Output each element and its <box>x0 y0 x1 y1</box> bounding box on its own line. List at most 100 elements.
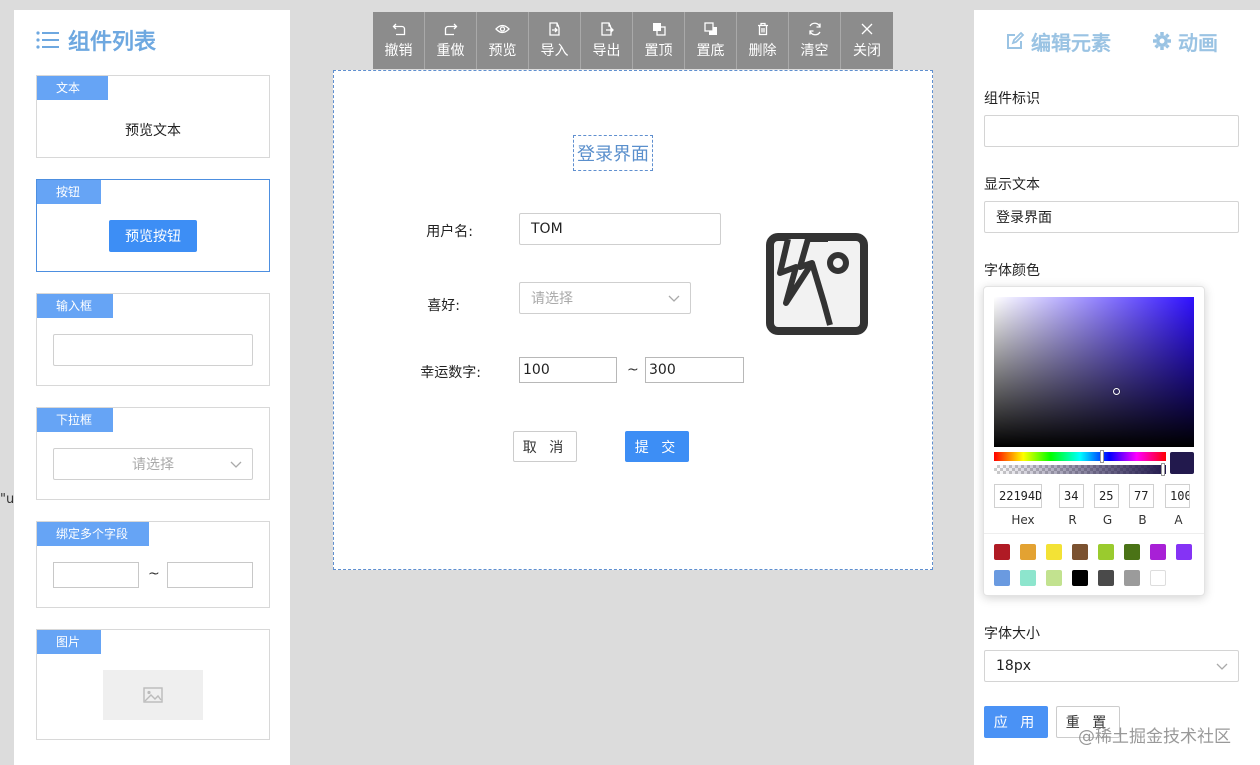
display-text-label: 显示文本 <box>984 177 1040 193</box>
component-id-label: 组件标识 <box>984 91 1040 107</box>
blue-input[interactable]: 77 <box>1129 484 1154 508</box>
component-id-input[interactable] <box>984 115 1239 147</box>
editor-canvas[interactable]: 登录界面 用户名: TOM 喜好: 请选择 幸运数字: 100 ~ 300 取 … <box>333 70 933 570</box>
toolbar: 撤销 重做 预览 导入 导出 置顶 置底 删除 清空 关闭 <box>373 12 893 69</box>
component-list-title: 组件列表 <box>36 24 156 56</box>
component-tag: 文本 <box>37 76 108 100</box>
close-icon <box>861 23 873 34</box>
username-label: 用户名: <box>426 224 473 240</box>
component-button[interactable]: 按钮 预览按钮 <box>36 179 270 272</box>
preset-color-swatch[interactable] <box>1098 570 1114 586</box>
preview-label: 预览 <box>488 42 517 59</box>
cancel-button[interactable]: 取 消 <box>513 431 577 462</box>
eye-icon <box>495 24 510 33</box>
bring-front-icon <box>652 22 666 36</box>
import-icon <box>548 21 560 36</box>
submit-button[interactable]: 提 交 <box>625 431 689 462</box>
preset-color-swatch[interactable] <box>1020 544 1036 560</box>
font-color-label: 字体颜色 <box>984 263 1040 279</box>
lucky-from-input[interactable]: 100 <box>519 357 617 383</box>
red-input[interactable]: 34 <box>1059 484 1084 508</box>
green-input[interactable]: 25 <box>1094 484 1119 508</box>
export-button[interactable]: 导出 <box>581 12 633 69</box>
component-tag: 下拉框 <box>37 408 113 432</box>
component-multi-field[interactable]: 绑定多个字段 ~ <box>36 521 270 608</box>
import-label: 导入 <box>540 42 569 59</box>
hue-handle[interactable] <box>1100 450 1104 463</box>
hobby-label: 喜好: <box>427 298 460 314</box>
preset-color-swatch[interactable] <box>1150 544 1166 560</box>
preview-button[interactable]: 预览 <box>477 12 529 69</box>
preset-color-swatch[interactable] <box>1072 544 1088 560</box>
send-back-label: 置底 <box>696 42 725 59</box>
component-input[interactable]: 输入框 <box>36 293 270 386</box>
redo-button[interactable]: 重做 <box>425 12 477 69</box>
lucky-number-label: 幸运数字: <box>420 365 481 381</box>
color-picker: 22194D 34 25 77 100 Hex R G B A <box>983 286 1205 596</box>
preview-input[interactable] <box>53 334 253 366</box>
alpha-slider[interactable] <box>994 465 1166 474</box>
hex-label: Hex <box>1011 513 1035 527</box>
component-tag: 输入框 <box>37 294 113 318</box>
redo-icon <box>444 23 457 35</box>
preset-color-swatch[interactable] <box>1124 544 1140 560</box>
preset-color-swatch[interactable] <box>1020 570 1036 586</box>
tab-animation[interactable]: 动画 <box>1152 24 1218 58</box>
preset-color-swatch[interactable] <box>1098 544 1114 560</box>
preview-text: 预览文本 <box>125 123 181 139</box>
chevron-down-icon <box>230 461 242 468</box>
preview-button[interactable]: 预览按钮 <box>109 220 197 252</box>
send-back-button[interactable]: 置底 <box>685 12 737 69</box>
preset-color-swatch[interactable] <box>1046 570 1062 586</box>
clear-button[interactable]: 清空 <box>789 12 841 69</box>
preset-color-swatch[interactable] <box>994 570 1010 586</box>
preview-select[interactable]: 请选择 <box>53 448 253 480</box>
hobby-select-placeholder: 请选择 <box>531 291 573 307</box>
broken-image-icon[interactable] <box>766 233 868 335</box>
delete-label: 删除 <box>748 42 777 59</box>
bring-front-button[interactable]: 置顶 <box>633 12 685 69</box>
display-text-input[interactable]: 登录界面 <box>984 201 1239 233</box>
current-color-swatch <box>1170 452 1194 474</box>
redo-label: 重做 <box>436 42 465 59</box>
preset-color-swatch[interactable] <box>1150 570 1166 586</box>
preset-color-swatch[interactable] <box>1072 570 1088 586</box>
preview-select-placeholder: 请选择 <box>132 457 174 473</box>
preset-color-swatch[interactable] <box>1176 544 1192 560</box>
preset-color-swatch[interactable] <box>994 544 1010 560</box>
preview-field-from[interactable] <box>53 562 139 588</box>
apply-button[interactable]: 应 用 <box>984 706 1048 738</box>
delete-button[interactable]: 删除 <box>737 12 789 69</box>
lucky-to-input[interactable]: 300 <box>645 357 744 383</box>
component-image[interactable]: 图片 <box>36 629 270 740</box>
list-icon <box>36 31 59 49</box>
alpha-handle[interactable] <box>1161 463 1165 476</box>
edit-icon <box>1007 31 1025 49</box>
preset-color-swatch[interactable] <box>1046 544 1062 560</box>
preview-field-to[interactable] <box>167 562 253 588</box>
hex-input[interactable]: 22194D <box>994 484 1042 508</box>
preset-color-swatch[interactable] <box>1124 570 1140 586</box>
close-button[interactable]: 关闭 <box>841 12 893 69</box>
component-tag: 图片 <box>37 630 101 654</box>
hobby-select[interactable]: 请选择 <box>519 282 691 314</box>
image-icon <box>143 687 163 703</box>
blue-label: B <box>1138 513 1147 527</box>
preview-tilde: ~ <box>148 566 160 582</box>
component-text[interactable]: 文本 预览文本 <box>36 75 270 158</box>
font-size-select[interactable]: 18px <box>984 650 1239 682</box>
preview-image <box>103 670 203 720</box>
canvas-title-element[interactable]: 登录界面 <box>573 135 653 171</box>
component-select[interactable]: 下拉框 请选择 <box>36 407 270 500</box>
import-button[interactable]: 导入 <box>529 12 581 69</box>
undo-button[interactable]: 撤销 <box>373 12 425 69</box>
saturation-cursor[interactable] <box>1113 388 1120 395</box>
send-back-icon <box>703 21 717 35</box>
lucky-tilde: ~ <box>627 362 639 378</box>
tab-edit-element[interactable]: 编辑元素 <box>1005 24 1111 58</box>
alpha-input[interactable]: 100 <box>1165 484 1190 508</box>
username-input[interactable]: TOM <box>519 213 721 245</box>
undo-label: 撤销 <box>384 42 413 59</box>
saturation-area[interactable] <box>994 297 1194 447</box>
hue-slider[interactable] <box>994 452 1166 461</box>
